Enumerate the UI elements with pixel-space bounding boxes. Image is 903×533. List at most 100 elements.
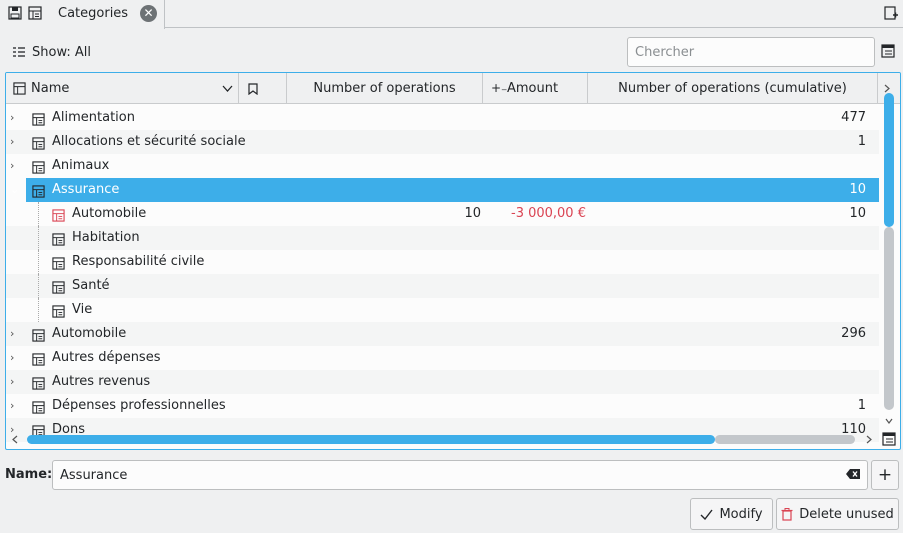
name-label: Name:: [5, 467, 53, 482]
table-row[interactable]: › Autres revenus: [6, 370, 879, 394]
table-row[interactable]: Vie: [6, 298, 879, 322]
category-icon: [32, 183, 45, 198]
table-row[interactable]: Santé: [6, 274, 879, 298]
category-icon: [13, 82, 26, 95]
tree-line: [38, 250, 39, 274]
bookmark-icon: [248, 83, 258, 95]
table-row[interactable]: › Alimentation 477: [6, 106, 879, 130]
categories-table: Name Number of operations +₋ Amount Numb…: [5, 72, 901, 450]
chevron-right-icon[interactable]: ›: [10, 154, 22, 178]
new-window-icon[interactable]: [884, 6, 898, 20]
category-name: Automobile: [72, 206, 147, 221]
chevron-right-icon[interactable]: ›: [10, 346, 22, 370]
category-icon: [52, 303, 65, 318]
column-amount-label: Amount: [507, 81, 559, 96]
category-name: Vie: [72, 302, 93, 317]
scroll-left-icon[interactable]: [12, 435, 18, 444]
table-row[interactable]: Responsabilité civile: [6, 250, 879, 274]
close-icon[interactable]: ✕: [140, 5, 157, 22]
category-name: Assurance: [52, 182, 120, 197]
table-row[interactable]: › Animaux: [6, 154, 879, 178]
scroll-down-icon[interactable]: [885, 418, 893, 424]
column-header-name[interactable]: Name: [6, 73, 239, 104]
tree-line: [38, 202, 39, 226]
category-name: Autres revenus: [52, 374, 151, 389]
category-name: Automobile: [52, 326, 127, 341]
vertical-scrollbar-track[interactable]: [884, 227, 894, 410]
category-icon: [52, 231, 65, 246]
tree-line: [38, 274, 39, 298]
table-header: Name Number of operations +₋ Amount Numb…: [6, 73, 900, 104]
plus-minus-icon: +₋: [491, 81, 508, 95]
chevron-right-icon[interactable]: ›: [10, 106, 22, 130]
add-button[interactable]: +: [871, 460, 899, 490]
search-input[interactable]: [627, 37, 875, 67]
chevron-right-icon[interactable]: ›: [10, 370, 22, 394]
category-name: Animaux: [52, 158, 110, 173]
trash-icon: [781, 507, 793, 521]
table-row[interactable]: › Allocations et sécurité sociale 1: [6, 130, 879, 154]
delete-unused-label: Delete unused: [799, 506, 894, 522]
category-name: Alimentation: [52, 110, 135, 125]
horizontal-scrollbar-thumb[interactable]: [27, 435, 715, 444]
category-icon: [32, 111, 45, 126]
scroll-right-icon[interactable]: [884, 84, 890, 93]
scroll-right-icon[interactable]: [866, 435, 872, 444]
filter-list-icon: [13, 47, 25, 57]
cumulative-count: 1: [857, 398, 866, 413]
cumulative-count: 296: [841, 326, 866, 341]
cumulative-count: 10: [849, 206, 866, 221]
table-row[interactable]: › Autres dépenses: [6, 346, 879, 370]
show-filter-button[interactable]: Show: All: [12, 42, 91, 62]
category-icon: [52, 207, 65, 222]
category-icon: [32, 327, 45, 342]
table-row[interactable]: Habitation: [6, 226, 879, 250]
vertical-scrollbar-thumb[interactable]: [884, 93, 894, 227]
delete-unused-button[interactable]: Delete unused: [776, 498, 899, 530]
category-icon: [32, 399, 45, 414]
cumulative-count: 10: [849, 182, 866, 197]
category-name: Habitation: [72, 230, 140, 245]
category-icon: [52, 279, 65, 294]
table-options-icon[interactable]: [882, 432, 896, 446]
tree-line: [38, 298, 39, 322]
column-header-cumulative[interactable]: Number of operations (cumulative): [588, 73, 878, 104]
column-header-ops[interactable]: Number of operations: [287, 73, 483, 104]
column-header-amount[interactable]: +₋ Amount: [483, 73, 588, 104]
tab-label: Categories: [58, 6, 129, 21]
show-filter-label: Show: All: [32, 44, 91, 60]
table-row[interactable]: Automobile 10 -3 000,00 € 10: [6, 202, 879, 226]
panel-options-icon[interactable]: [881, 44, 895, 58]
category-name: Santé: [72, 278, 110, 293]
category-name: Autres dépenses: [52, 350, 161, 365]
table-row[interactable]: › Dépenses professionnelles 1: [6, 394, 879, 418]
table-row[interactable]: › Automobile 296: [6, 322, 879, 346]
chevron-right-icon[interactable]: ›: [10, 130, 22, 154]
operations-count: 10: [464, 206, 481, 221]
category-icon: [32, 375, 45, 390]
amount-value: -3 000,00 €: [511, 206, 586, 221]
category-name: Allocations et sécurité sociale: [52, 134, 246, 149]
tab-categories[interactable]: Categories ✕: [0, 0, 165, 29]
column-name-label: Name: [31, 81, 70, 96]
horizontal-scrollbar-track[interactable]: [715, 435, 855, 444]
category-name: Responsabilité civile: [72, 254, 205, 269]
name-field[interactable]: [52, 460, 868, 490]
tree-line: [38, 226, 39, 250]
chevron-right-icon[interactable]: ›: [10, 394, 22, 418]
check-icon: [700, 509, 714, 520]
category-icon: [32, 135, 45, 150]
modify-label: Modify: [719, 506, 763, 522]
category-icon: [52, 255, 65, 270]
save-icon[interactable]: [8, 6, 22, 20]
category-name: Dépenses professionnelles: [52, 398, 226, 413]
table-row[interactable]: ⌄ Assurance 10: [10, 178, 879, 202]
clear-icon[interactable]: [845, 468, 861, 480]
cumulative-count: 477: [841, 110, 866, 125]
chevron-right-icon[interactable]: ›: [10, 322, 22, 346]
categories-icon: [28, 6, 42, 20]
modify-button[interactable]: Modify: [690, 498, 773, 530]
chevron-down-icon[interactable]: [222, 85, 233, 93]
chevron-down-icon[interactable]: ⌄: [10, 178, 22, 202]
column-header-bookmark[interactable]: [239, 73, 287, 104]
